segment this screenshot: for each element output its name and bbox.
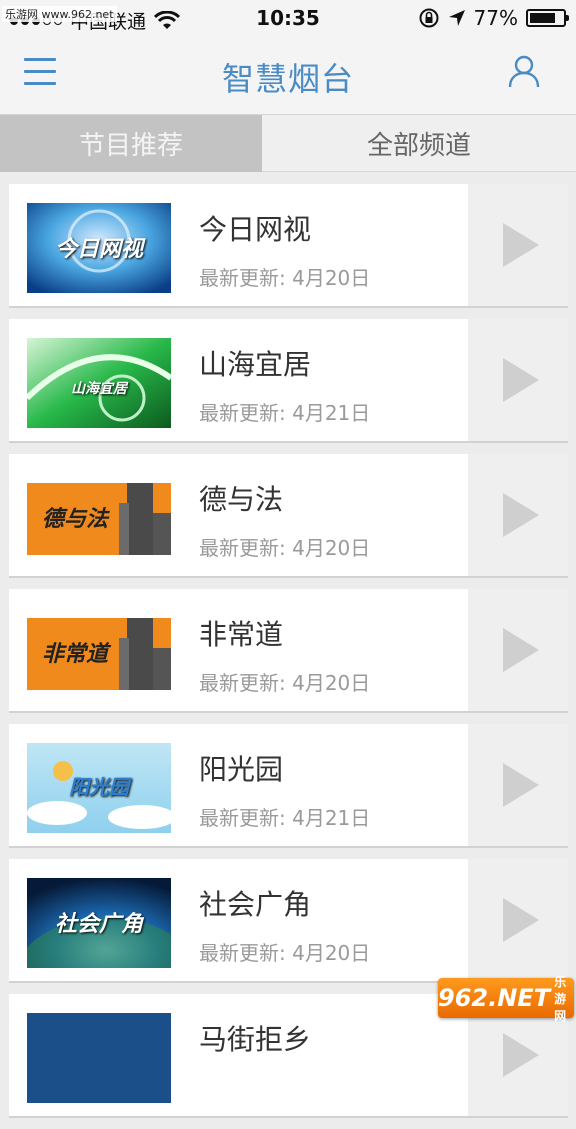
list-item[interactable]: 山海宜居 山海宜居 最新更新: 4月21日 (9, 319, 568, 443)
program-title: 阳光园 (199, 753, 284, 786)
list-item[interactable]: 今日网视 今日网视 最新更新: 4月20日 (9, 184, 568, 308)
nav-bar: 智慧烟台 (0, 38, 576, 115)
program-title: 德与法 (199, 483, 284, 516)
list-item[interactable]: 社会广角 社会广角 最新更新: 4月20日 (9, 859, 568, 983)
program-update-date: 最新更新: 4月20日 (199, 266, 371, 290)
program-title: 非常道 (199, 618, 284, 651)
status-right: 77% (418, 6, 569, 30)
page-title: 智慧烟台 (221, 60, 354, 98)
thumbnail-caption: 阳光园 (69, 775, 129, 799)
play-button[interactable] (468, 319, 568, 441)
watermark-logo: 962.NET 乐游网 (438, 975, 574, 1023)
program-thumbnail: 非常道 (27, 608, 171, 698)
program-update-date: 最新更新: 4月20日 (199, 671, 371, 695)
play-icon (503, 358, 539, 402)
tab-recommended[interactable]: 节目推荐 (0, 115, 262, 172)
battery-icon (526, 9, 569, 27)
status-bar: 中国联通 10:35 77% 乐游网 www.962.net (0, 0, 576, 38)
list-item[interactable]: 非常道 非常道 最新更新: 4月20日 (9, 589, 568, 713)
program-update-date: 最新更新: 4月20日 (199, 536, 371, 560)
play-icon (503, 763, 539, 807)
rotation-lock-icon (419, 8, 439, 28)
program-title: 今日网视 (199, 213, 312, 246)
play-icon (503, 1033, 539, 1077)
program-thumbnail: 社会广角 (27, 878, 171, 968)
play-icon (503, 493, 539, 537)
program-thumbnail: 德与法 (27, 473, 171, 563)
thumbnail-caption: 今日网视 (54, 237, 143, 262)
play-button[interactable] (468, 724, 568, 846)
thumbnail-caption: 德与法 (41, 507, 108, 532)
play-icon (503, 223, 539, 267)
watermark-text: 乐游网 www.962.net (2, 6, 117, 22)
watermark-logo-main: 962.NET (438, 984, 551, 1012)
list-item[interactable]: 阳光园 阳光园 最新更新: 4月21日 (9, 724, 568, 848)
watermark-logo-sub: 乐游网 (554, 974, 567, 1023)
thumbnail-caption: 非常道 (41, 642, 108, 667)
battery-percent: 77% (473, 6, 518, 30)
tab-bar: 节目推荐 全部频道 (0, 115, 576, 172)
program-thumbnail: 阳光园 (27, 743, 171, 833)
program-thumbnail (27, 1013, 171, 1103)
user-icon[interactable] (508, 54, 540, 88)
play-icon (503, 898, 539, 942)
list-item[interactable]: 德与法 德与法 最新更新: 4月20日 (9, 454, 568, 578)
program-thumbnail: 山海宜居 (27, 338, 171, 428)
program-title: 马街拒乡 (199, 1023, 312, 1056)
tab-all-channels[interactable]: 全部频道 (262, 115, 576, 172)
play-icon (503, 628, 539, 672)
play-button[interactable] (468, 589, 568, 711)
play-button[interactable] (468, 859, 568, 981)
program-update-date: 最新更新: 4月20日 (199, 941, 371, 965)
program-update-date: 最新更新: 4月21日 (199, 806, 371, 830)
thumbnail-caption: 社会广角 (54, 912, 143, 937)
program-title: 山海宜居 (199, 348, 312, 381)
program-title: 社会广角 (199, 888, 312, 921)
play-button[interactable] (468, 184, 568, 306)
play-button[interactable] (468, 454, 568, 576)
program-thumbnail: 今日网视 (27, 203, 171, 293)
thumbnail-caption: 山海宜居 (71, 381, 127, 397)
location-arrow-icon (448, 10, 465, 26)
program-update-date: 最新更新: 4月21日 (199, 401, 371, 425)
